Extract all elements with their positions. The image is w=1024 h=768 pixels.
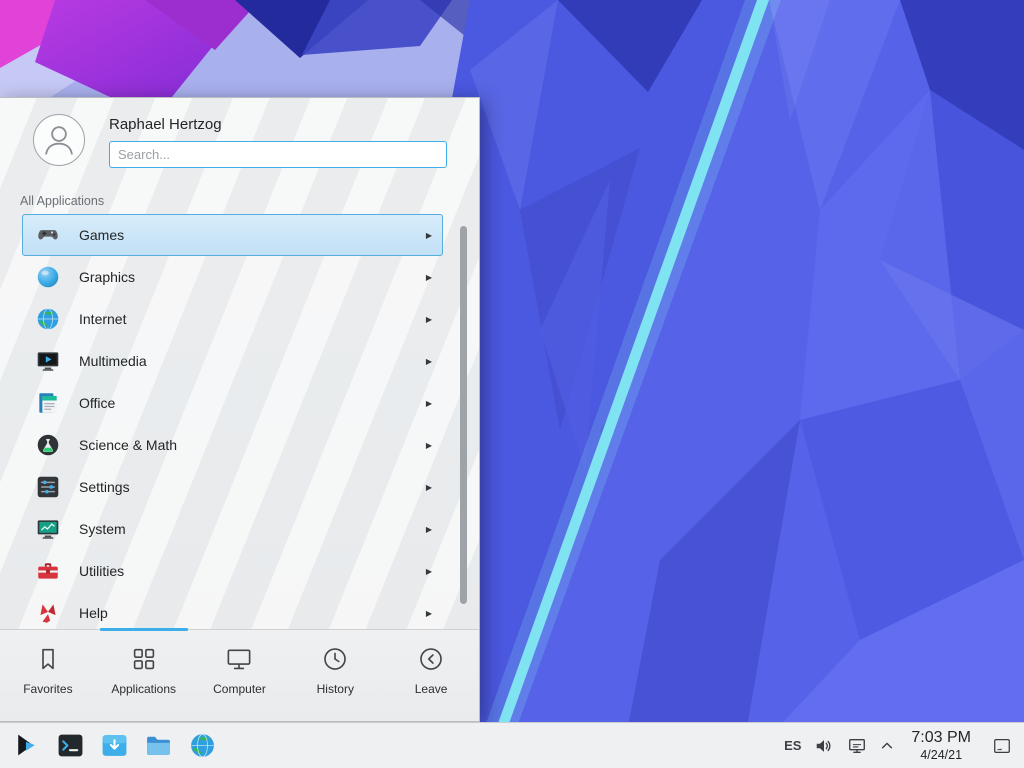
paint-sphere-icon <box>35 264 61 290</box>
category-item-internet[interactable]: Internet ▶ <box>22 298 443 340</box>
category-label: Science & Math <box>79 437 177 453</box>
clock-date: 4/24/21 <box>911 748 971 763</box>
help-icon <box>35 600 61 626</box>
person-icon <box>37 118 81 162</box>
chevron-right-icon: ▶ <box>426 273 432 282</box>
history-clock-icon <box>320 644 350 674</box>
launcher-tabbar: Favorites Applications Computer History <box>0 629 479 721</box>
chevron-right-icon: ▶ <box>426 231 432 240</box>
user-name: Raphael Hertzog <box>109 116 447 133</box>
leave-icon <box>416 644 446 674</box>
software-center-icon <box>100 731 129 760</box>
chevron-right-icon: ▶ <box>426 315 432 324</box>
flask-icon <box>35 432 61 458</box>
tab-label: Applications <box>111 682 176 696</box>
category-label: Internet <box>79 311 126 327</box>
globe-icon <box>35 306 61 332</box>
launcher-header-fields: Raphael Hertzog <box>109 114 447 168</box>
document-icon <box>35 390 61 416</box>
category-label: Help <box>79 605 108 621</box>
kickoff-menu-icon <box>12 731 41 760</box>
category-item-graphics[interactable]: Graphics ▶ <box>22 256 443 298</box>
show-desktop-button[interactable] <box>990 726 1014 766</box>
bookmark-icon <box>33 644 63 674</box>
category-item-office[interactable]: Office ▶ <box>22 382 443 424</box>
user-avatar[interactable] <box>33 114 85 166</box>
chevron-right-icon: ▶ <box>426 357 432 366</box>
launcher-scrollbar[interactable] <box>460 226 467 624</box>
volume-icon[interactable] <box>814 736 834 756</box>
computer-icon <box>224 644 254 674</box>
category-item-settings[interactable]: Settings ▶ <box>22 466 443 508</box>
category-item-system[interactable]: System ▶ <box>22 508 443 550</box>
network-icon[interactable] <box>847 736 867 756</box>
desktop: Raphael Hertzog All Applications Games ▶… <box>0 0 1024 768</box>
gamepad-icon <box>35 222 61 248</box>
search-input[interactable] <box>109 141 447 168</box>
file-manager-button[interactable] <box>140 728 176 764</box>
tab-leave[interactable]: Leave <box>383 630 479 721</box>
software-center-button[interactable] <box>96 728 132 764</box>
category-label: System <box>79 521 126 537</box>
tab-label: Computer <box>213 682 266 696</box>
chevron-right-icon: ▶ <box>426 483 432 492</box>
terminal-icon <box>56 731 85 760</box>
monitor-play-icon <box>35 348 61 374</box>
category-label: Utilities <box>79 563 124 579</box>
category-item-help[interactable]: Help ▶ <box>22 592 443 629</box>
tab-favorites[interactable]: Favorites <box>0 630 96 721</box>
system-tray: ES 7:03 PM 4/24/21 <box>784 726 1016 766</box>
terminal-launcher-button[interactable] <box>52 728 88 764</box>
category-label: Settings <box>79 479 130 495</box>
chevron-right-icon: ▶ <box>426 399 432 408</box>
tab-computer[interactable]: Computer <box>192 630 288 721</box>
expand-arrow-icon[interactable] <box>880 739 894 753</box>
application-launcher-menu: Raphael Hertzog All Applications Games ▶… <box>0 97 480 722</box>
chevron-right-icon: ▶ <box>426 525 432 534</box>
category-item-utilities[interactable]: Utilities ▶ <box>22 550 443 592</box>
show-desktop-icon <box>992 736 1012 756</box>
category-list: Games ▶ Graphics ▶ Internet ▶ <box>22 214 443 629</box>
category-item-games[interactable]: Games ▶ <box>22 214 443 256</box>
category-label: Graphics <box>79 269 135 285</box>
tab-history[interactable]: History <box>287 630 383 721</box>
category-item-science-math[interactable]: Science & Math ▶ <box>22 424 443 466</box>
kickoff-menu-button[interactable] <box>8 728 44 764</box>
keyboard-layout-indicator[interactable]: ES <box>784 738 801 753</box>
category-item-multimedia[interactable]: Multimedia ▶ <box>22 340 443 382</box>
taskbar: ES 7:03 PM 4/24/21 <box>0 722 1024 768</box>
system-monitor-icon <box>35 516 61 542</box>
section-label: All Applications <box>20 194 479 208</box>
category-label: Multimedia <box>79 353 147 369</box>
tab-label: Leave <box>415 682 448 696</box>
toolbox-icon <box>35 558 61 584</box>
tab-label: History <box>317 682 354 696</box>
folder-icon <box>144 731 173 760</box>
category-label: Games <box>79 227 124 243</box>
category-label: Office <box>79 395 115 411</box>
chevron-right-icon: ▶ <box>426 567 432 576</box>
tab-applications[interactable]: Applications <box>96 630 192 721</box>
web-browser-button[interactable] <box>184 728 220 764</box>
sliders-icon <box>35 474 61 500</box>
chevron-right-icon: ▶ <box>426 441 432 450</box>
grid-icon <box>129 644 159 674</box>
clock-time: 7:03 PM <box>911 728 971 747</box>
launcher-header: Raphael Hertzog <box>0 98 479 180</box>
web-browser-icon <box>188 731 217 760</box>
tab-label: Favorites <box>23 682 72 696</box>
chevron-right-icon: ▶ <box>426 609 432 618</box>
scrollbar-thumb[interactable] <box>460 226 467 604</box>
clock-widget[interactable]: 7:03 PM 4/24/21 <box>911 728 971 762</box>
